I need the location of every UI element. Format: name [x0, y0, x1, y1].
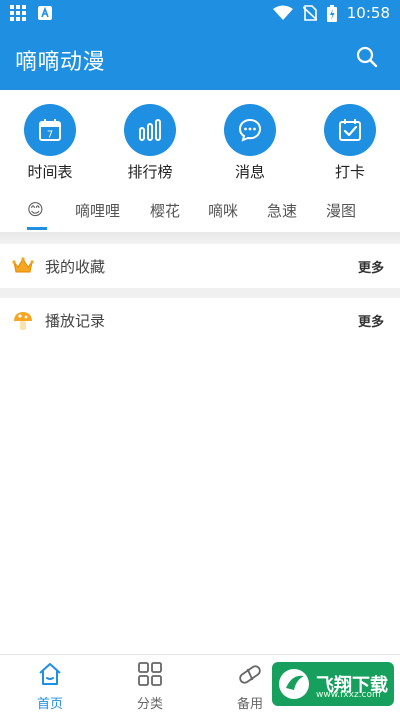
checkin-button[interactable]: 打卡 [310, 104, 390, 182]
app-bar: 嘀嘀动漫 [0, 28, 400, 90]
category-icon [138, 662, 162, 686]
wifi-icon [272, 5, 293, 20]
favorites-label: 我的收藏 [45, 258, 106, 276]
svg-text:7: 7 [47, 130, 53, 141]
nav-category[interactable]: 分类 [115, 661, 185, 712]
nav-home[interactable]: 首页 [15, 661, 85, 712]
chat-icon [238, 118, 262, 142]
timetable-label: 时间表 [27, 163, 73, 181]
tab-dilili[interactable]: 嘀哩哩 [75, 200, 120, 221]
status-bar: 10:58 [0, 0, 400, 28]
crown-icon [12, 257, 34, 273]
watermark-url: www.fxxz.com [316, 690, 381, 700]
search-button[interactable] [356, 46, 378, 72]
tab-dimi[interactable]: 嘀咪 [208, 200, 238, 221]
tabs-divider [0, 232, 400, 244]
watermark: 飞翔下载 www.fxxz.com [272, 662, 394, 706]
history-row[interactable]: 播放记录 更多 [0, 298, 400, 342]
bars-icon [139, 119, 161, 141]
watermark-logo-icon [279, 669, 309, 699]
favorites-more-link[interactable]: 更多 [358, 257, 384, 276]
ranking-label: 排行榜 [127, 163, 173, 181]
messages-label: 消息 [234, 163, 265, 181]
tab-emoji[interactable]: 😊 [27, 200, 44, 219]
home-icon [39, 663, 61, 685]
timetable-button[interactable]: 7 时间表 [10, 104, 90, 182]
a-letter-icon [38, 6, 52, 20]
nav-category-label: 分类 [136, 697, 163, 712]
section-divider [0, 288, 400, 298]
mushroom-icon [14, 312, 32, 330]
status-time: 10:58 [346, 4, 390, 22]
tab-mantu[interactable]: 漫图 [326, 200, 356, 221]
search-icon [356, 46, 378, 68]
active-tab-indicator [27, 227, 47, 230]
battery-icon [326, 4, 337, 22]
calendar-icon: 7 [39, 119, 61, 141]
tab-yinghua[interactable]: 樱花 [150, 200, 180, 221]
favorites-row[interactable]: 我的收藏 更多 [0, 244, 400, 288]
source-tabs: 😊 嘀哩哩 樱花 嘀咪 急速 漫图 [0, 192, 400, 232]
quick-actions: 7 时间表 排行榜 消息 打卡 [0, 90, 400, 190]
nav-home-label: 首页 [36, 697, 63, 712]
checkin-icon [339, 119, 361, 141]
grid-icon [10, 5, 26, 21]
ranking-button[interactable]: 排行榜 [110, 104, 190, 182]
messages-button[interactable]: 消息 [210, 104, 290, 182]
checkin-label: 打卡 [334, 163, 365, 181]
no-sim-icon [302, 5, 317, 21]
history-label: 播放记录 [45, 312, 106, 330]
tab-jisu[interactable]: 急速 [267, 200, 297, 221]
capsule-icon [239, 665, 261, 684]
history-more-link[interactable]: 更多 [358, 311, 384, 330]
app-title: 嘀嘀动漫 [15, 50, 106, 75]
